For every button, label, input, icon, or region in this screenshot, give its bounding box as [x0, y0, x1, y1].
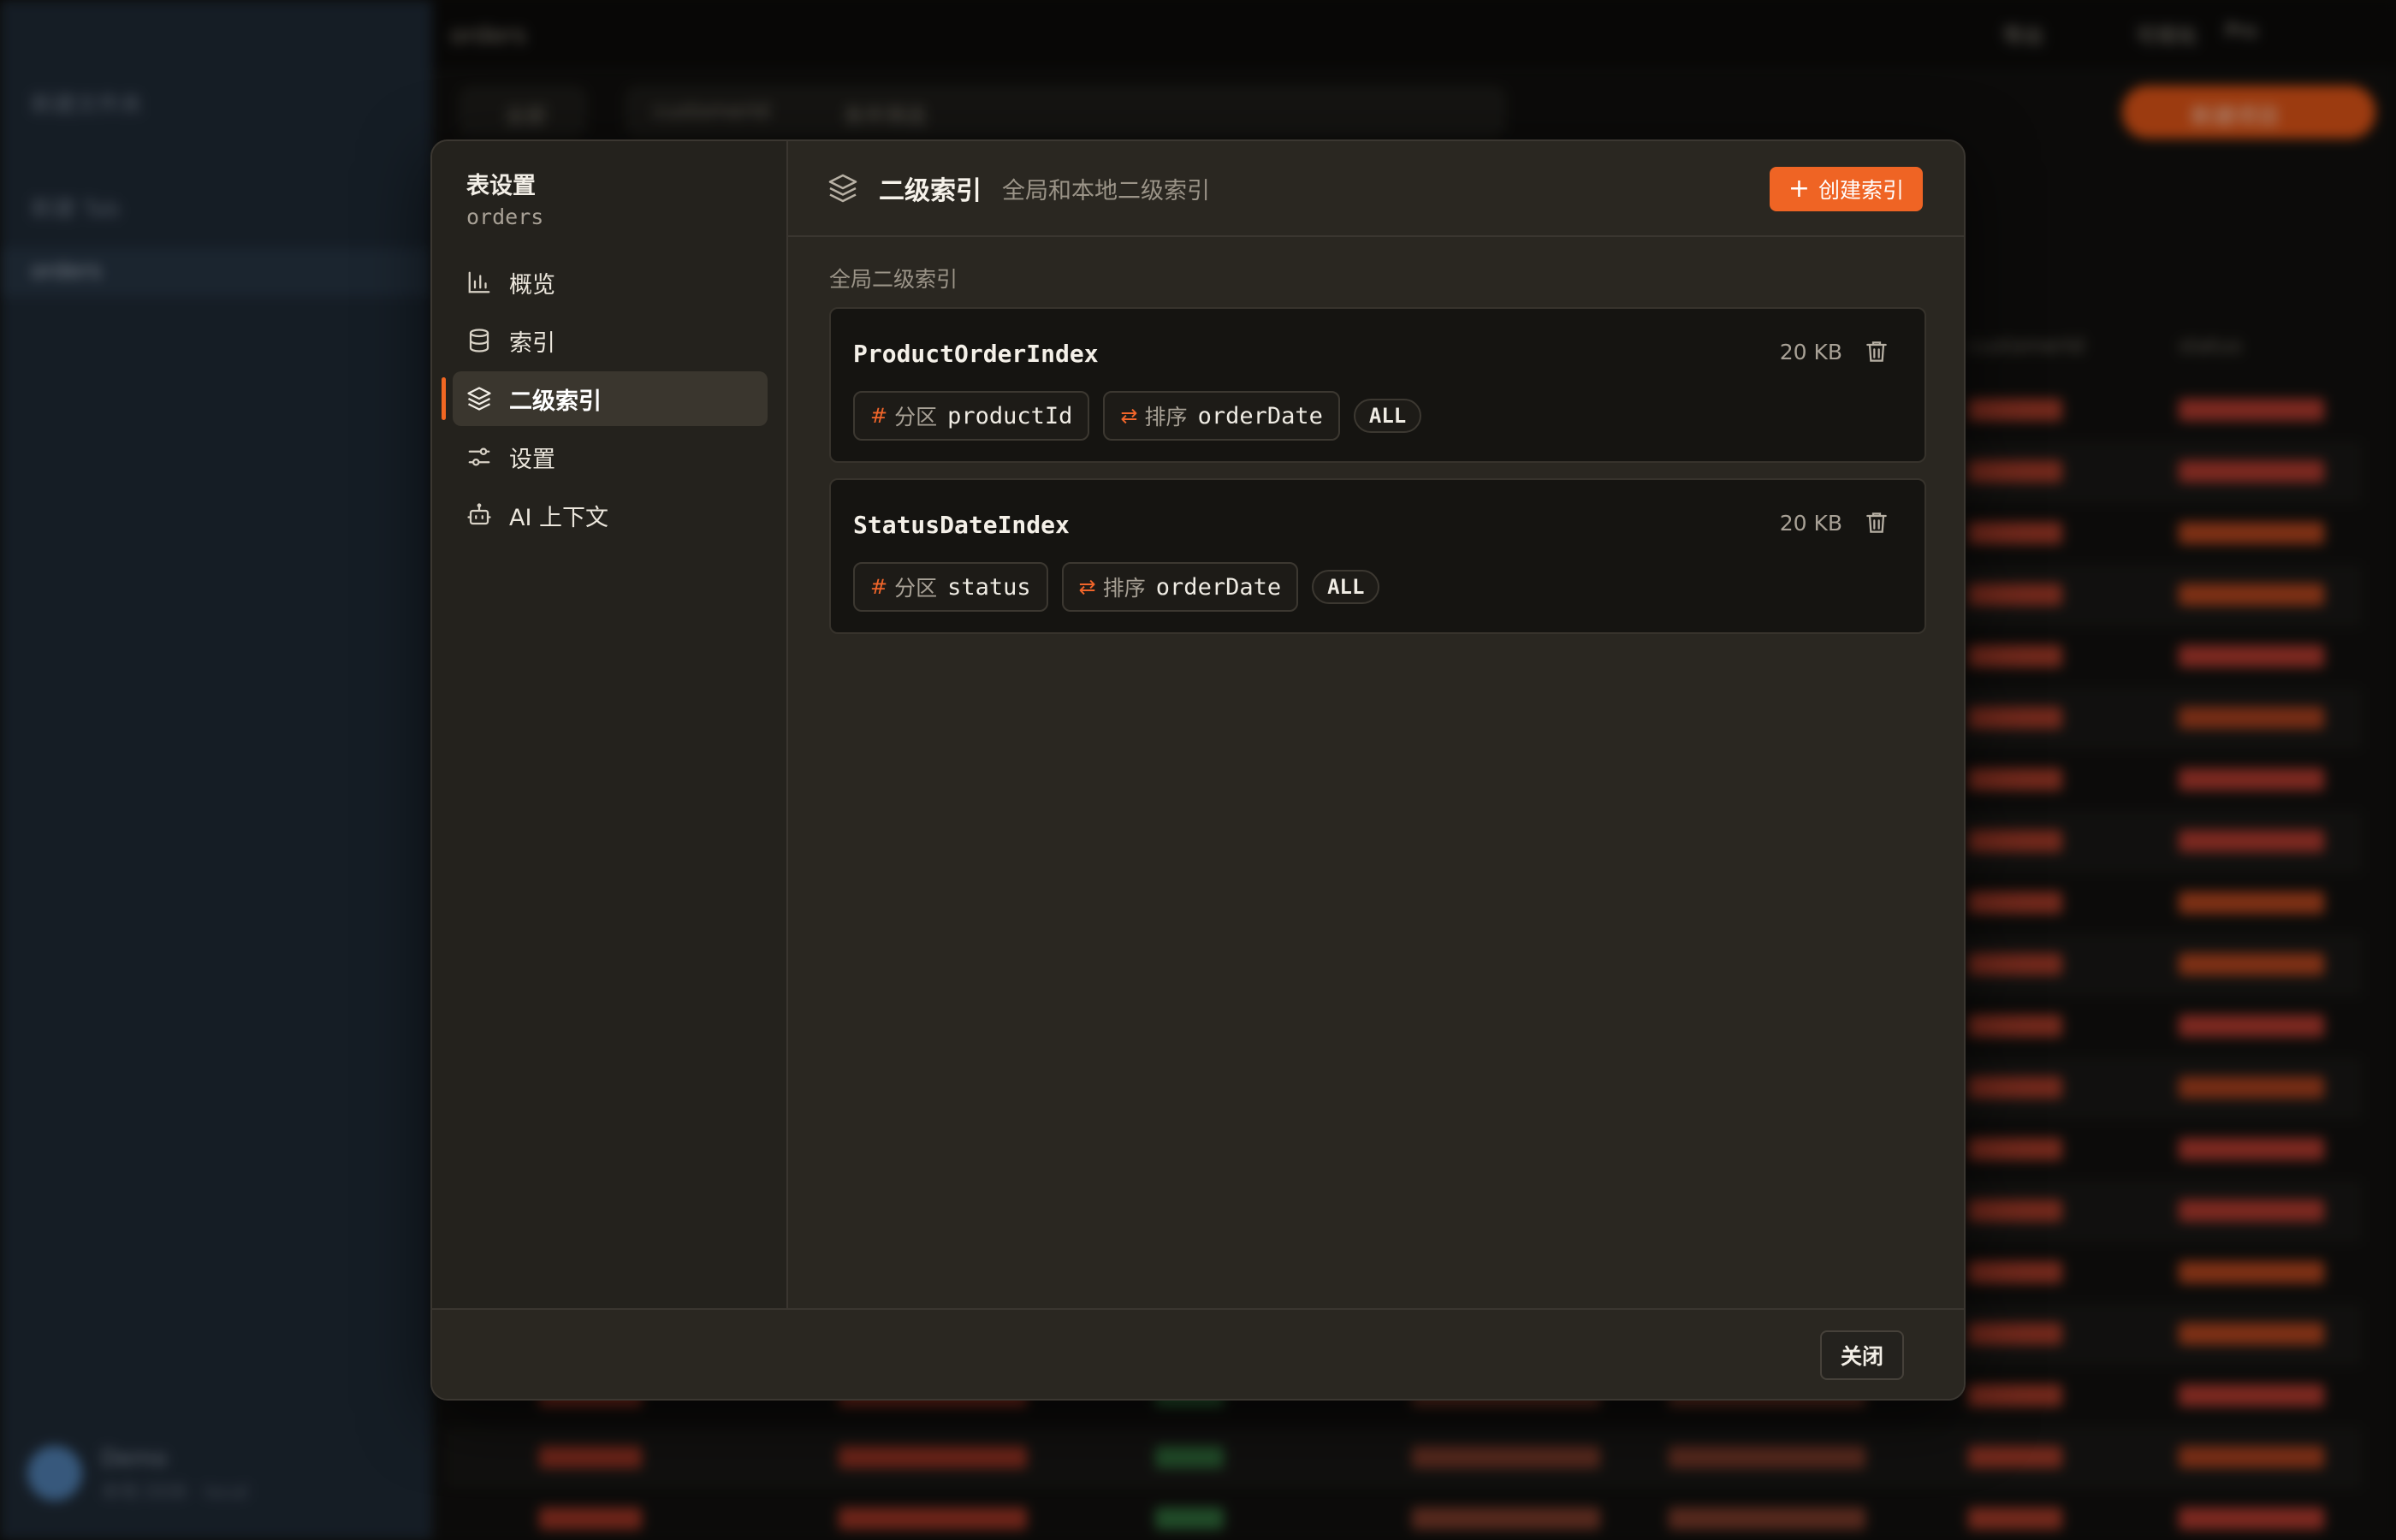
panel-header: 二级索引 全局和本地二级索引 + 创建索引 — [788, 141, 1964, 237]
create-index-button[interactable]: + 创建索引 — [1769, 167, 1923, 211]
active-nav-marker — [442, 377, 446, 420]
nav-item-indexes[interactable]: 索引 — [453, 313, 768, 368]
index-name: ProductOrderIndex — [853, 340, 1099, 368]
bar-chart-icon — [465, 268, 494, 297]
dialog-footer: 关闭 — [432, 1308, 1964, 1399]
dialog-title: 表设置 — [466, 173, 536, 199]
key-chips: # 分区 productId ⇄ 排序 orderDate ALL — [853, 391, 1422, 441]
layers-icon — [827, 173, 858, 204]
nav-item-secondary-indexes[interactable]: 二级索引 — [453, 371, 768, 426]
chip-kind: 分区 — [894, 405, 938, 429]
chip-value: status — [947, 573, 1031, 601]
swap-icon: ⇄ — [1120, 404, 1138, 428]
nav-item-overview[interactable]: 概览 — [453, 255, 768, 310]
projection-value: ALL — [1368, 404, 1407, 428]
nav-item-ai-context[interactable]: AI 上下文 — [453, 488, 768, 542]
nav-item-settings[interactable]: 设置 — [453, 429, 768, 484]
trash-icon[interactable] — [1863, 338, 1890, 365]
database-icon — [465, 326, 494, 355]
index-size: 20 KB — [1779, 340, 1842, 364]
nav-label: AI 上下文 — [509, 504, 609, 531]
sort-key-chip: ⇄ 排序 orderDate — [1061, 562, 1299, 612]
projection-badge: ALL — [1312, 570, 1380, 604]
dialog-table-name: orders — [466, 204, 544, 229]
chip-kind: 分区 — [894, 576, 938, 601]
chip-kind: 排序 — [1102, 576, 1146, 601]
nav-label: 索引 — [509, 329, 555, 357]
sort-key-chip: ⇄ 排序 orderDate — [1103, 391, 1340, 441]
close-button[interactable]: 关闭 — [1819, 1330, 1904, 1380]
projection-value: ALL — [1327, 575, 1365, 599]
chip-value: orderDate — [1155, 573, 1282, 601]
swap-icon: ⇄ — [1078, 575, 1096, 599]
projection-badge: ALL — [1353, 399, 1422, 433]
nav-label: 二级索引 — [509, 388, 602, 415]
panel-title: 二级索引 — [879, 176, 982, 206]
panel-description: 全局和本地二级索引 — [1002, 177, 1210, 204]
key-chips: # 分区 status ⇄ 排序 orderDate ALL — [853, 562, 1380, 612]
nav-label: 概览 — [509, 271, 555, 299]
dialog-sidebar: 表设置 orders 概览 索引 二级索引 设置 AI 上下文 — [432, 141, 788, 1310]
index-card: ProductOrderIndex 20 KB # 分区 productId ⇄… — [829, 307, 1926, 463]
table-settings-dialog: 表设置 orders 概览 索引 二级索引 设置 AI 上下文 二级索引 全局和… — [430, 139, 1966, 1401]
trash-icon[interactable] — [1863, 509, 1890, 536]
sliders-icon — [465, 442, 494, 471]
section-label-global: 全局二级索引 — [829, 267, 958, 292]
plus-icon: + — [1788, 174, 1810, 204]
chip-value: productId — [947, 402, 1073, 429]
index-size: 20 KB — [1779, 511, 1842, 536]
hash-icon: # — [870, 404, 888, 428]
chip-kind: 排序 — [1144, 405, 1188, 429]
index-name: StatusDateIndex — [853, 511, 1070, 539]
layers-icon — [465, 384, 494, 413]
partition-key-chip: # 分区 status — [853, 562, 1048, 612]
create-index-label: 创建索引 — [1818, 178, 1904, 203]
chip-value: orderDate — [1197, 402, 1323, 429]
robot-icon — [465, 500, 494, 530]
hash-icon: # — [870, 575, 888, 599]
partition-key-chip: # 分区 productId — [853, 391, 1090, 441]
index-card: StatusDateIndex 20 KB # 分区 status ⇄ 排序 o… — [829, 478, 1926, 634]
nav-label: 设置 — [509, 446, 555, 473]
